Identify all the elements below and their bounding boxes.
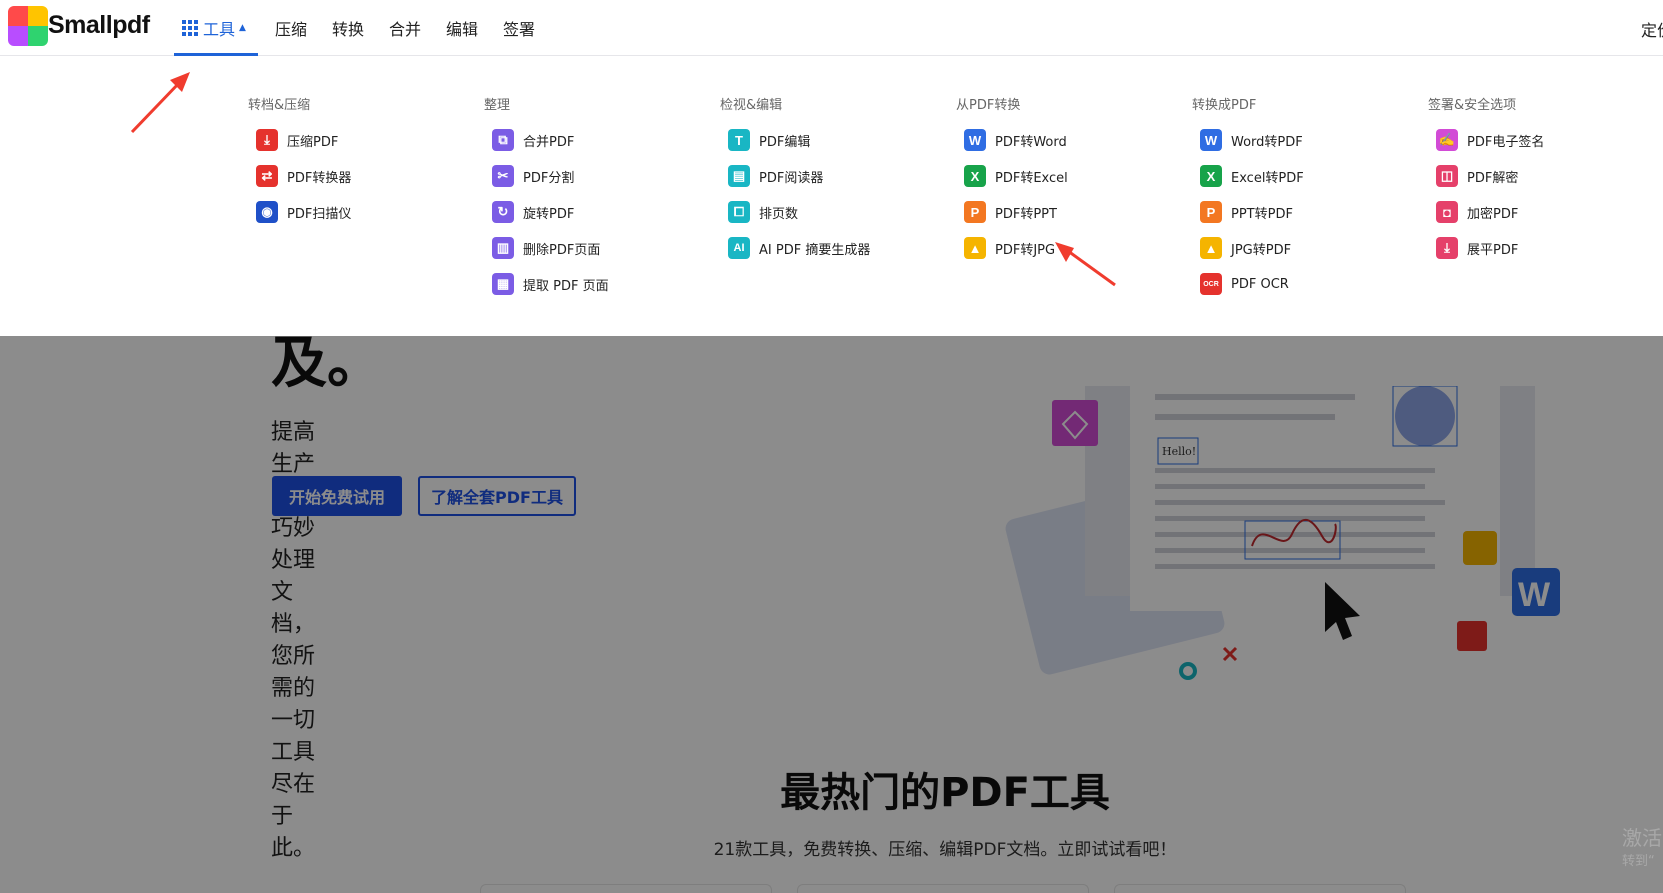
annotation-arrows xyxy=(130,72,1116,287)
